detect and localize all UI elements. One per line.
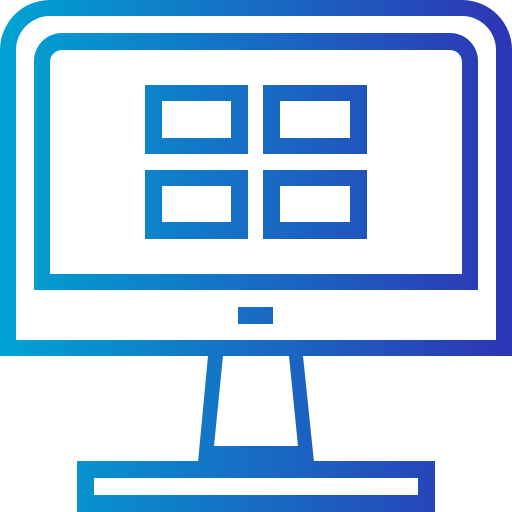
window-tile-top-right — [263, 85, 367, 154]
power-indicator — [238, 307, 273, 324]
stand-neck — [198, 356, 314, 462]
monitor-screen-bezel — [34, 33, 478, 290]
computer-monitor-icon — [0, 0, 512, 512]
window-tile-bottom-right — [263, 170, 367, 239]
window-tile-bottom-left — [145, 170, 248, 239]
stand-base — [77, 461, 435, 512]
monitor-svg — [0, 0, 512, 512]
window-grid-icon — [145, 85, 367, 239]
window-tile-top-left — [145, 85, 248, 154]
monitor-outer-frame — [0, 0, 512, 356]
